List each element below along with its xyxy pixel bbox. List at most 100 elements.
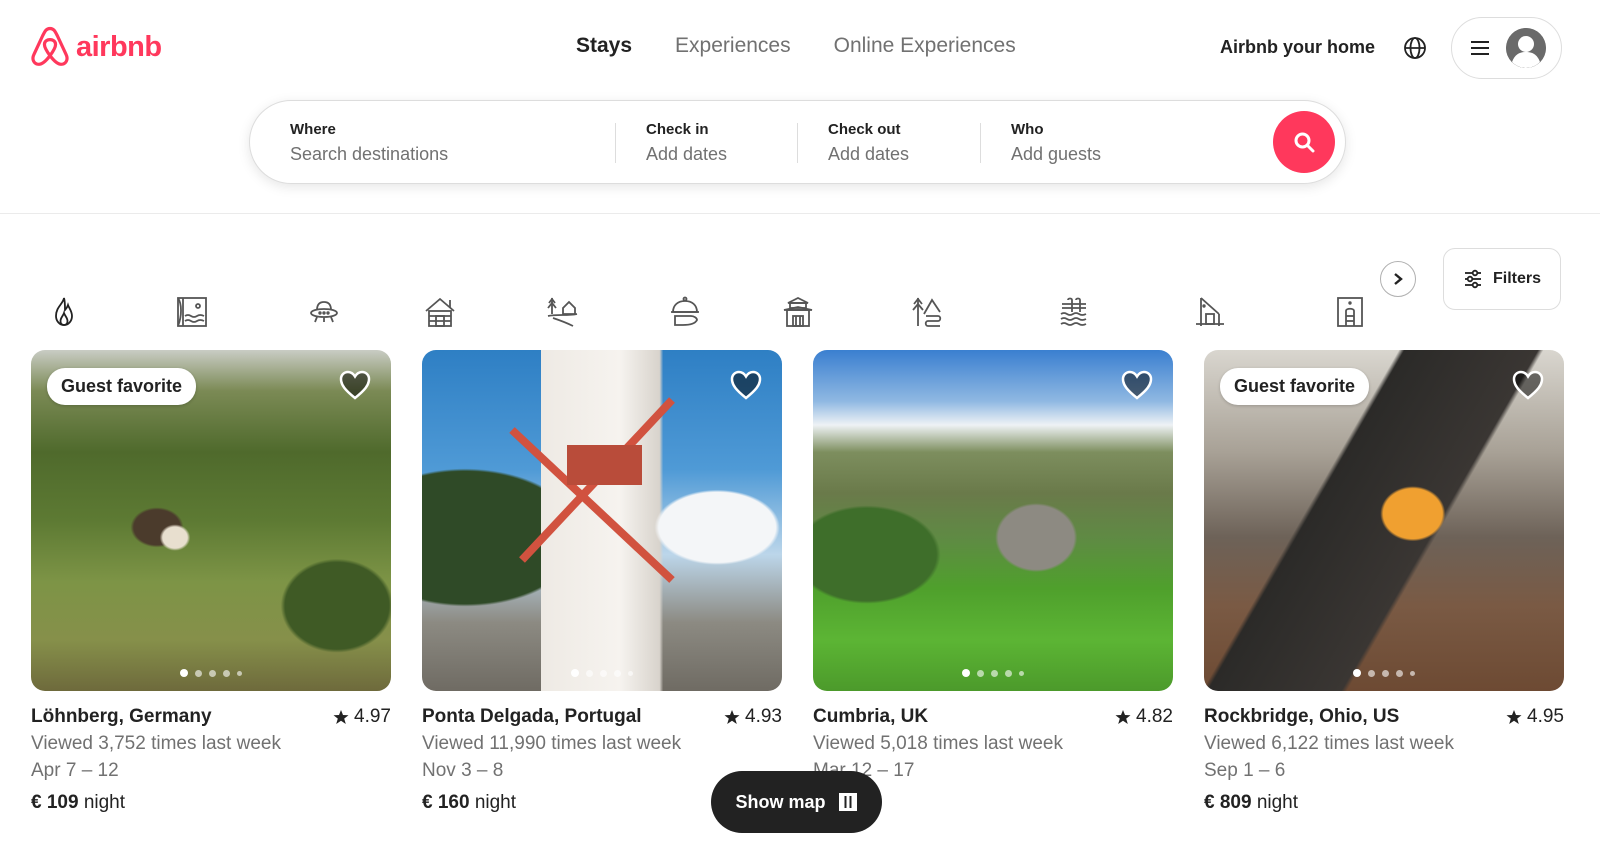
listing-card[interactable]: Guest favorite Löhnberg, Germany 4.97 Vi… (31, 350, 391, 814)
heart-icon[interactable] (339, 370, 371, 400)
listing-photo[interactable]: Guest favorite (1204, 350, 1564, 691)
rating-value: 4.97 (354, 706, 391, 727)
carousel-dot[interactable] (1382, 669, 1389, 677)
who-input[interactable]: Add guests (1011, 144, 1231, 165)
check-in-field[interactable]: Check in Add dates (646, 101, 796, 185)
carousel-dot[interactable] (962, 669, 970, 677)
airbnb-logo-icon (31, 26, 69, 66)
category-flame[interactable] (46, 294, 82, 330)
check-out-input[interactable]: Add dates (828, 144, 978, 165)
carousel-dot[interactable] (1396, 669, 1403, 677)
lake-view-icon (177, 297, 207, 327)
category-a-frame[interactable] (1192, 294, 1228, 330)
carousel-dot[interactable] (586, 669, 593, 677)
listing-info: Löhnberg, Germany 4.97 Viewed 3,752 time… (31, 706, 391, 814)
filters-button[interactable]: Filters (1443, 248, 1561, 310)
listing-card[interactable]: Guest favorite Rockbridge, Ohio, US 4.95… (1204, 350, 1564, 814)
carousel-dot[interactable] (628, 670, 633, 676)
user-menu-button[interactable] (1451, 17, 1562, 79)
national-park-icon (912, 297, 942, 327)
carousel-dot[interactable] (1005, 669, 1012, 677)
category-bar (0, 280, 1400, 340)
pagoda-icon (783, 296, 813, 327)
tower-icon (1337, 297, 1363, 327)
tab-stays[interactable]: Stays (576, 34, 632, 58)
check-in-input[interactable]: Add dates (646, 144, 796, 165)
carousel-dot[interactable] (571, 669, 579, 677)
listing-views: Viewed 11,990 times last week (422, 733, 682, 754)
chevron-right-icon (1394, 273, 1403, 285)
airbnb-your-home-link[interactable]: Airbnb your home (1220, 37, 1375, 58)
carousel-dot[interactable] (614, 669, 621, 677)
search-icon (1294, 132, 1315, 153)
divider (797, 123, 798, 163)
heart-icon[interactable] (1121, 370, 1153, 400)
photo-carousel-dots (180, 669, 242, 677)
categories-next-button[interactable] (1380, 261, 1416, 297)
listing-title[interactable]: Cumbria, UK (813, 706, 928, 728)
where-label: Where (290, 121, 336, 138)
listing-price: € 809 night (1204, 792, 1564, 814)
main-nav: Stays Experiences Online Experiences (576, 34, 1016, 58)
globe-icon[interactable] (1403, 36, 1427, 60)
listing-title[interactable]: Rockbridge, Ohio, US (1204, 706, 1399, 728)
ufo-icon (310, 301, 338, 323)
cabin-icon (425, 297, 455, 327)
airbnb-logo[interactable]: airbnb (30, 26, 162, 68)
listing-photo[interactable] (813, 350, 1173, 691)
listing-photo[interactable] (422, 350, 782, 691)
heart-icon[interactable] (1512, 370, 1544, 400)
tab-experiences[interactable]: Experiences (675, 34, 791, 58)
who-field[interactable]: Who Add guests (1011, 101, 1231, 185)
listing-title[interactable]: Ponta Delgada, Portugal (422, 706, 642, 728)
tab-online-experiences[interactable]: Online Experiences (834, 34, 1016, 58)
show-map-button[interactable]: Show map (711, 771, 882, 833)
listing-rating: 4.97 (333, 706, 391, 728)
listing-card[interactable]: Cumbria, UK 4.82 Viewed 5,018 times last… (813, 350, 1173, 814)
sliders-icon (1464, 269, 1481, 289)
carousel-dot[interactable] (223, 669, 230, 677)
listing-card[interactable]: Ponta Delgada, Portugal 4.93 Viewed 11,9… (422, 350, 782, 814)
carousel-dot[interactable] (237, 670, 242, 676)
search-bar: Where Search destinations Check in Add d… (249, 100, 1346, 184)
listing-rating: 4.82 (1115, 706, 1173, 728)
listing-views: Viewed 5,018 times last week (813, 733, 1063, 754)
listing-title[interactable]: Löhnberg, Germany (31, 706, 212, 728)
search-button[interactable] (1273, 111, 1335, 173)
check-out-field[interactable]: Check out Add dates (828, 101, 978, 185)
carousel-dot[interactable] (209, 669, 216, 677)
where-field[interactable]: Where Search destinations (290, 101, 590, 185)
category-ufo[interactable] (306, 294, 342, 330)
category-lakefront[interactable] (1056, 294, 1092, 330)
category-bed-and-breakfast[interactable] (667, 294, 703, 330)
carousel-dot[interactable] (1019, 670, 1024, 676)
carousel-dot[interactable] (180, 669, 188, 677)
listing-photo[interactable]: Guest favorite (31, 350, 391, 691)
user-avatar-icon (1506, 28, 1546, 68)
category-cabin[interactable] (422, 294, 458, 330)
listing-dates: Apr 7 – 12 (31, 760, 119, 781)
category-national-park[interactable] (910, 294, 946, 330)
carousel-dot[interactable] (977, 669, 984, 677)
star-icon (1115, 710, 1131, 724)
category-pagoda[interactable] (780, 294, 816, 330)
guest-favorite-badge: Guest favorite (47, 368, 197, 405)
category-countryside[interactable] (545, 294, 581, 330)
divider (980, 123, 981, 163)
carousel-dot[interactable] (1353, 669, 1361, 677)
category-tower[interactable] (1332, 294, 1368, 330)
brand-name: airbnb (76, 30, 162, 63)
carousel-dot[interactable] (600, 669, 607, 677)
listing-price: € 109 night (31, 792, 391, 814)
price-unit: night (1256, 792, 1299, 813)
photo-carousel-dots (571, 669, 633, 677)
heart-icon[interactable] (730, 370, 762, 400)
rating-value: 4.95 (1527, 706, 1564, 727)
carousel-dot[interactable] (195, 669, 202, 677)
listing-rating: 4.95 (1506, 706, 1564, 728)
category-lake-view[interactable] (174, 294, 210, 330)
carousel-dot[interactable] (991, 669, 998, 677)
carousel-dot[interactable] (1410, 670, 1415, 676)
carousel-dot[interactable] (1368, 669, 1375, 677)
where-input[interactable]: Search destinations (290, 144, 590, 165)
